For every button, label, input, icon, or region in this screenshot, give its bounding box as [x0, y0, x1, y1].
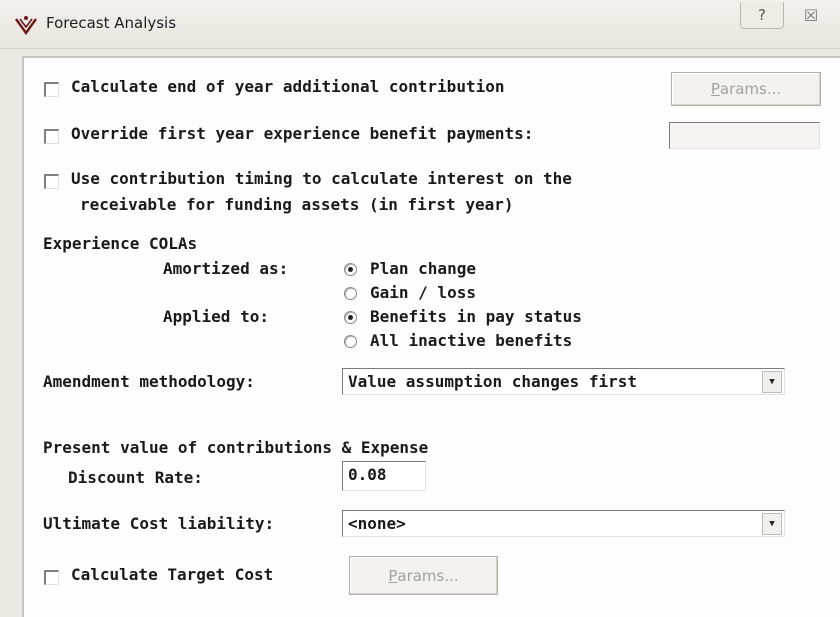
- amortized-plan-change-radio[interactable]: [344, 263, 357, 276]
- amendment-select[interactable]: Value assumption changes first ▼: [342, 368, 785, 395]
- amortized-gain-loss-radio[interactable]: [344, 287, 357, 300]
- params-label: arams...: [397, 566, 459, 585]
- discount-rate-label: Discount Rate:: [68, 468, 203, 487]
- amendment-label: Amendment methodology:: [43, 372, 255, 391]
- timing-label-line1[interactable]: Use contribution timing to calculate int…: [71, 169, 572, 188]
- title-bar: Forecast Analysis ? ☒: [0, 0, 840, 49]
- override-input[interactable]: [669, 122, 820, 149]
- applied-option-all-inactive[interactable]: All inactive benefits: [370, 331, 572, 350]
- calc-eoy-params-button[interactable]: Params...: [671, 72, 821, 106]
- help-button[interactable]: ?: [740, 2, 784, 29]
- applied-label: Applied to:: [163, 307, 269, 326]
- help-icon: ?: [758, 6, 766, 24]
- target-cost-checkbox[interactable]: [44, 570, 59, 585]
- close-icon: ☒: [803, 5, 819, 25]
- dropdown-arrow-icon[interactable]: ▼: [762, 371, 782, 393]
- app-logo-icon: [15, 16, 37, 35]
- discount-rate-input[interactable]: 0.08: [342, 461, 426, 491]
- timing-label-line2[interactable]: receivable for funding assets (in first …: [80, 195, 513, 214]
- colas-heading: Experience COLAs: [43, 234, 198, 253]
- forecast-options-panel: Calculate end of year additional contrib…: [22, 56, 840, 617]
- close-button[interactable]: ☒: [790, 2, 832, 28]
- applied-all-inactive-radio[interactable]: [344, 335, 357, 348]
- target-cost-label[interactable]: Calculate Target Cost: [71, 565, 273, 584]
- calc-eoy-label[interactable]: Calculate end of year additional contrib…: [71, 77, 504, 96]
- amortized-option-gain-loss[interactable]: Gain / loss: [370, 283, 476, 302]
- amortized-label: Amortized as:: [163, 259, 289, 278]
- timing-checkbox[interactable]: [44, 174, 59, 189]
- override-label[interactable]: Override first year experience benefit p…: [71, 124, 533, 143]
- applied-option-pay-status[interactable]: Benefits in pay status: [370, 307, 582, 326]
- present-value-heading: Present value of contributions & Expense: [43, 438, 429, 457]
- ultimate-cost-value: <none>: [348, 514, 406, 533]
- ultimate-cost-label: Ultimate Cost liability:: [43, 514, 275, 533]
- dropdown-arrow-icon[interactable]: ▼: [762, 513, 782, 535]
- calc-eoy-checkbox[interactable]: [44, 82, 59, 97]
- applied-pay-status-radio[interactable]: [344, 311, 357, 324]
- target-cost-params-button[interactable]: Params...: [349, 556, 498, 595]
- override-checkbox[interactable]: [44, 129, 59, 144]
- window-title: Forecast Analysis: [46, 14, 177, 32]
- params-label: arams...: [719, 80, 782, 98]
- amendment-value: Value assumption changes first: [348, 372, 637, 391]
- params-access-key: P: [710, 80, 720, 98]
- ultimate-cost-select[interactable]: <none> ▼: [342, 510, 785, 537]
- params-access-key: P: [388, 566, 398, 585]
- amortized-option-plan-change[interactable]: Plan change: [370, 259, 476, 278]
